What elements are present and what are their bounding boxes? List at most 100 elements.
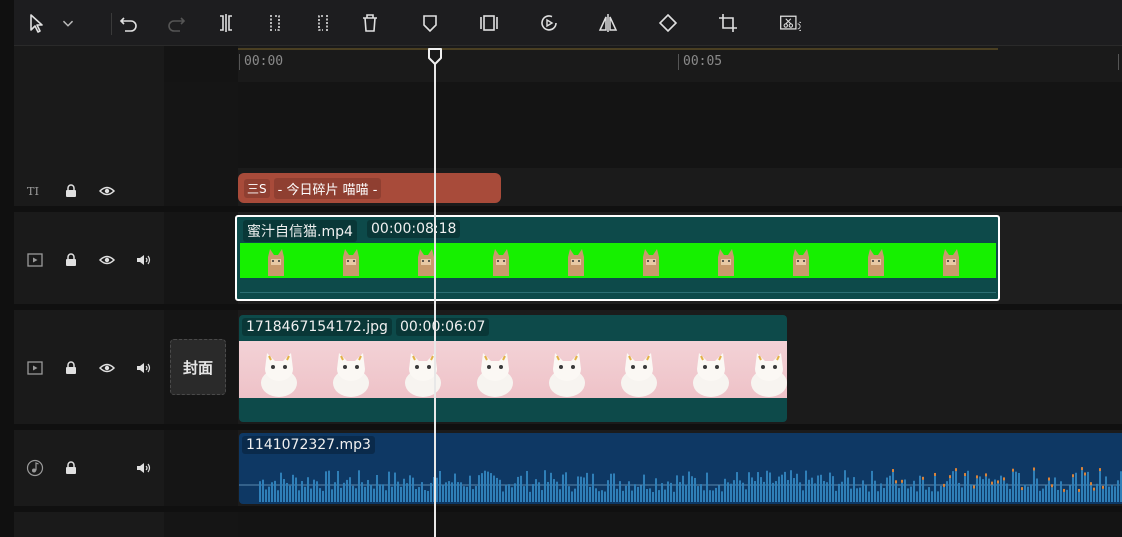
playhead-handle[interactable] <box>427 48 443 66</box>
waveform-bar <box>883 487 885 502</box>
waveform-bar <box>817 475 819 502</box>
waveform-bar <box>592 473 594 502</box>
waveform-bar <box>370 484 372 502</box>
text-clip-glyph: 三S <box>244 178 270 198</box>
waveform-bar <box>460 482 462 502</box>
waveform-peak <box>1099 468 1101 472</box>
waveform-bar <box>268 486 270 502</box>
main-video-clip[interactable]: 蜜汁自信猫.mp4 00:00:08:18 <box>235 215 1000 301</box>
waveform-bar <box>328 470 330 502</box>
waveform-bar <box>658 490 660 502</box>
undo-icon[interactable] <box>115 10 141 36</box>
waveform-bar <box>1060 481 1062 502</box>
waveform-bar <box>1015 471 1017 502</box>
waveform-bar <box>841 481 843 502</box>
waveform-peak <box>1021 487 1023 491</box>
mirror-icon[interactable] <box>595 10 621 36</box>
waveform-bar <box>1009 488 1011 502</box>
waveform-peak <box>934 472 936 476</box>
waveform-bar <box>274 480 276 502</box>
trim-left-icon[interactable] <box>262 10 288 36</box>
clip-file-name: 蜜汁自信猫.mp4 <box>243 220 357 242</box>
video-thumbnail-strip <box>240 243 996 278</box>
music-note-icon <box>24 457 46 479</box>
ruler-progress-line <box>238 48 998 50</box>
waveform-bar <box>409 475 411 502</box>
lock-icon[interactable] <box>60 180 82 202</box>
waveform-bar <box>346 479 348 502</box>
cat-thumbnail <box>793 249 809 276</box>
eye-icon[interactable] <box>96 357 118 379</box>
select-arrow-icon[interactable] <box>24 10 50 36</box>
eye-icon[interactable] <box>96 249 118 271</box>
waveform-bar <box>595 488 597 502</box>
waveform-bar <box>946 481 948 502</box>
waveform-bar <box>487 471 489 502</box>
waveform-bar <box>673 491 675 502</box>
waveform-bar <box>892 472 894 502</box>
waveform-bar <box>751 477 753 502</box>
lock-icon[interactable] <box>60 457 82 479</box>
reverse-play-icon[interactable] <box>536 10 562 36</box>
freeze-frame-icon[interactable] <box>476 10 502 36</box>
waveform-bar <box>652 491 654 502</box>
speaker-icon[interactable] <box>132 249 154 271</box>
text-clip[interactable]: 三S - 今日碎片 喵喵 - <box>238 173 501 203</box>
waveform-peak <box>985 473 987 477</box>
waveform-bar <box>604 491 606 502</box>
waveform-bar <box>727 482 729 502</box>
waveform-bar <box>568 486 570 502</box>
waveform-peak <box>895 480 897 484</box>
waveform-bar <box>1117 480 1119 502</box>
waveform-bar <box>790 470 792 502</box>
trim-right-icon[interactable] <box>310 10 336 36</box>
speaker-icon[interactable] <box>132 457 154 479</box>
waveform-bar <box>1078 491 1080 502</box>
cover-button[interactable]: 封面 <box>170 339 226 395</box>
waveform-bar <box>1033 470 1035 502</box>
rotate-icon[interactable] <box>655 10 681 36</box>
speaker-icon[interactable] <box>132 357 154 379</box>
marker-icon[interactable] <box>417 10 443 36</box>
waveform-bar <box>394 472 396 502</box>
waveform-bar <box>865 485 867 502</box>
waveform-bar <box>955 471 957 502</box>
waveform-bar <box>967 470 969 502</box>
track-divider <box>14 304 1122 310</box>
waveform-bar <box>970 484 972 502</box>
cutout-icon[interactable] <box>775 10 805 36</box>
lock-icon[interactable] <box>60 357 82 379</box>
waveform-bar <box>760 477 762 502</box>
dropdown-chevron-icon[interactable] <box>58 10 78 36</box>
waveform-bar <box>787 480 789 502</box>
waveform-bar <box>1039 490 1041 502</box>
waveform-bar <box>448 481 450 502</box>
waveform-bar <box>337 470 339 502</box>
split-icon[interactable] <box>213 10 239 36</box>
waveform-bar <box>415 489 417 502</box>
waveform-bar <box>853 477 855 502</box>
waveform-bar <box>1042 488 1044 502</box>
audio-clip[interactable]: 1141072327.mp3 <box>239 433 1122 504</box>
delete-icon[interactable] <box>357 10 383 36</box>
waveform-bar <box>775 481 777 502</box>
waveform-bar <box>610 473 612 502</box>
overlay-image-clip[interactable]: 1718467154172.jpg 00:00:06:07 <box>239 315 787 422</box>
crop-icon[interactable] <box>715 10 741 36</box>
cat-thumbnail <box>643 249 659 276</box>
waveform-bar <box>829 472 831 502</box>
waveform-peak <box>1033 467 1035 471</box>
ruler-tick <box>1118 54 1119 70</box>
waveform-bar <box>550 472 552 502</box>
waveform-bar <box>676 475 678 502</box>
waveform-bar <box>973 488 975 502</box>
lock-icon[interactable] <box>60 249 82 271</box>
timeline-ruler[interactable]: 00:00 00:05 <box>238 46 1122 82</box>
waveform-bar <box>499 479 501 502</box>
waveform-bar <box>502 491 504 502</box>
waveform-bar <box>997 483 999 502</box>
eye-icon[interactable] <box>96 180 118 202</box>
waveform-peak <box>973 485 975 489</box>
waveform-bar <box>1051 487 1053 502</box>
waveform-bar <box>859 487 861 502</box>
